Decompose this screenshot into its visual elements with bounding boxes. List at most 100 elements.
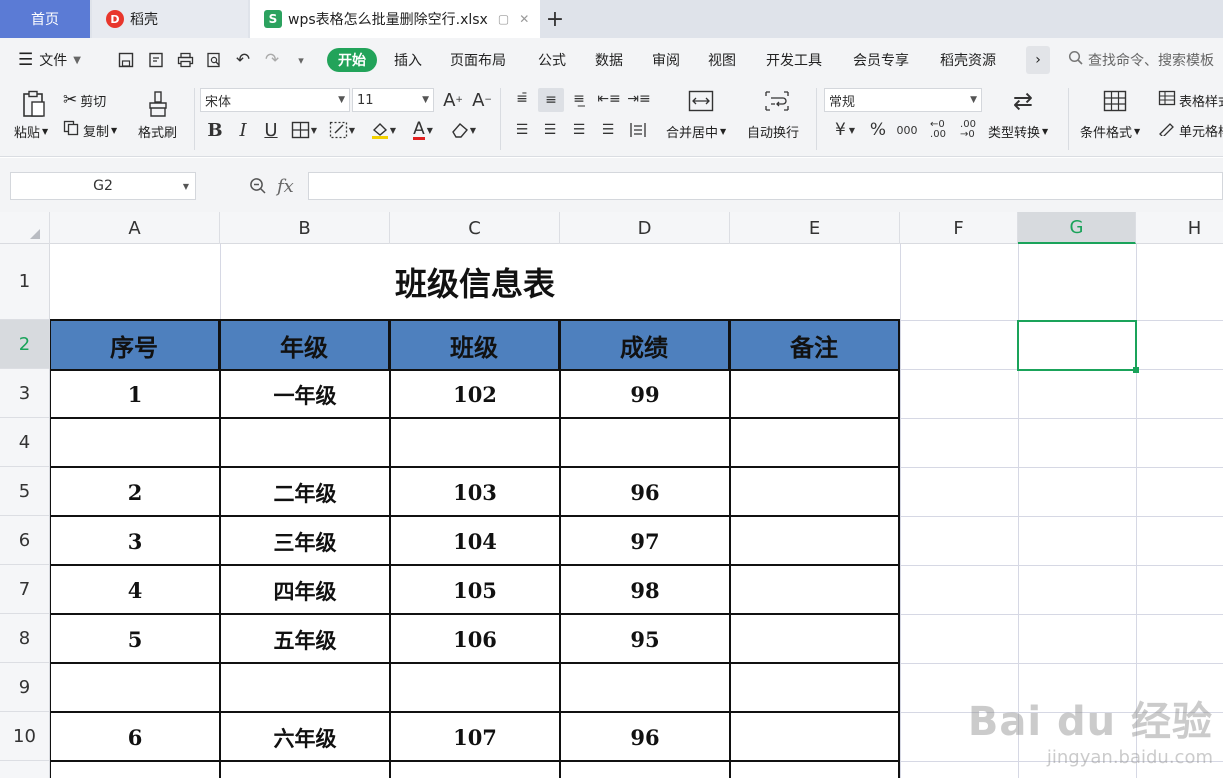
row-header-2[interactable]: 2	[0, 320, 49, 369]
table-cell-no[interactable]: 3	[50, 517, 220, 566]
conditional-format-icon[interactable]	[1100, 88, 1130, 114]
column-header-b[interactable]: B	[220, 212, 390, 244]
menu-scroll-right-icon[interactable]: ›	[1026, 46, 1050, 74]
export-pdf-icon[interactable]	[145, 49, 167, 71]
menu-tab-review[interactable]: 审阅	[652, 48, 680, 72]
formula-input[interactable]	[308, 172, 1223, 200]
distributed-align-icon[interactable]	[626, 118, 650, 142]
copy-button[interactable]: 复制 ▼	[63, 120, 117, 140]
print-preview-icon[interactable]	[203, 49, 225, 71]
increase-font-size-icon[interactable]: A +	[441, 88, 465, 112]
column-header-g[interactable]: G	[1018, 212, 1136, 244]
font-color-icon[interactable]: A ▼	[406, 118, 440, 142]
row-header-9[interactable]: 9	[0, 663, 49, 712]
align-middle-icon[interactable]: ≡	[538, 88, 564, 112]
cell-style-button[interactable]: 单元格样式	[1158, 120, 1223, 140]
row-header-6[interactable]: 6	[0, 516, 49, 565]
menu-tab-insert[interactable]: 插入	[394, 48, 422, 72]
underline-icon[interactable]: U	[260, 118, 282, 142]
table-cell-class[interactable]	[390, 664, 560, 713]
font-size-select[interactable]: 11 ▼	[352, 88, 434, 112]
row-header-10[interactable]: 10	[0, 712, 49, 761]
fill-handle[interactable]	[1133, 367, 1139, 373]
table-cell-remark[interactable]	[730, 566, 900, 615]
table-style-button[interactable]: 表格样式	[1158, 90, 1223, 110]
row-header-3[interactable]: 3	[0, 369, 49, 418]
merge-center-button[interactable]: 合并居中 ▼	[666, 122, 726, 141]
type-convert-button[interactable]: 类型转换 ▼	[988, 122, 1048, 141]
table-cell-score[interactable]: 95	[560, 615, 730, 664]
tab-close-icon[interactable]: ✕	[519, 12, 529, 26]
bold-icon[interactable]: B	[204, 118, 226, 142]
header-cell-class[interactable]: 班级	[390, 320, 560, 370]
menu-tab-view[interactable]: 视图	[708, 48, 736, 72]
align-bottom-icon[interactable]: ≡̲	[567, 88, 591, 110]
insert-function-fx-button[interactable]: fx	[277, 172, 294, 200]
table-cell-class[interactable]	[390, 419, 560, 468]
table-cell-class[interactable]: 103	[390, 468, 560, 517]
table-cell-grade[interactable]: 六年级	[220, 713, 390, 762]
menu-tab-start[interactable]: 开始	[327, 48, 377, 72]
wrap-text-button[interactable]: 自动换行	[747, 122, 799, 141]
table-cell-score[interactable]: 96	[560, 713, 730, 762]
table-cell-class[interactable]: 102	[390, 370, 560, 419]
wrap-text-icon[interactable]	[762, 88, 792, 114]
table-cell-remark[interactable]	[730, 517, 900, 566]
increase-indent-icon[interactable]: ⇥≡	[626, 88, 652, 110]
borders-icon[interactable]: ▼	[288, 118, 320, 142]
file-menu-button[interactable]: ☰ 文件 ▼	[18, 48, 81, 72]
tab-daoke[interactable]: D 稻壳	[92, 0, 248, 38]
format-painter-icon[interactable]	[143, 88, 173, 120]
font-name-select[interactable]: 宋体 ▼	[200, 88, 350, 112]
table-cell-class[interactable]: 105	[390, 566, 560, 615]
table-cell-no[interactable]: 4	[50, 566, 220, 615]
table-cell-score[interactable]: 97	[560, 517, 730, 566]
increase-decimal-icon[interactable]: ←0.00	[924, 118, 952, 142]
align-left-icon[interactable]: ☰	[510, 118, 534, 142]
active-cell-g2[interactable]	[1017, 320, 1137, 371]
table-cell-grade[interactable]: 一年级	[220, 370, 390, 419]
column-header-c[interactable]: C	[390, 212, 560, 244]
column-header-f[interactable]: F	[900, 212, 1018, 244]
decrease-decimal-icon[interactable]: .00 →0	[954, 118, 982, 142]
table-cell-class[interactable]: 107	[390, 713, 560, 762]
row-header-8[interactable]: 8	[0, 614, 49, 663]
menu-tab-data[interactable]: 数据	[595, 48, 623, 72]
header-cell-score[interactable]: 成绩	[560, 320, 730, 370]
clear-format-eraser-icon[interactable]: ▼	[446, 118, 480, 142]
table-cell-score[interactable]: 96	[560, 468, 730, 517]
menu-tab-formulas[interactable]: 公式	[538, 48, 566, 72]
merge-center-icon[interactable]	[686, 88, 716, 114]
zoom-formula-icon[interactable]	[246, 175, 270, 197]
table-cell-grade[interactable]: 四年级	[220, 566, 390, 615]
name-box[interactable]: G2 ▼	[10, 172, 196, 200]
align-top-icon[interactable]: ≡̄	[510, 88, 534, 110]
header-cell-no[interactable]: 序号	[50, 320, 220, 370]
table-cell-no[interactable]	[50, 419, 220, 468]
table-cell-remark[interactable]	[730, 419, 900, 468]
row-header-1[interactable]: 1	[0, 244, 49, 320]
thousands-separator-icon[interactable]: 000	[893, 118, 921, 142]
justify-icon[interactable]: ☰	[596, 118, 620, 142]
table-cell-score[interactable]	[560, 419, 730, 468]
conditional-format-button[interactable]: 条件格式 ▼	[1080, 122, 1140, 141]
table-cell-no[interactable]: 5	[50, 615, 220, 664]
row-header-7[interactable]: 7	[0, 565, 49, 614]
table-cell-score[interactable]: 99	[560, 370, 730, 419]
percent-icon[interactable]: %	[866, 118, 890, 142]
paste-button[interactable]: 粘贴 ▼	[14, 122, 48, 141]
fill-color-icon[interactable]: ▼	[366, 118, 400, 142]
table-cell-score[interactable]: 98	[560, 566, 730, 615]
header-cell-grade[interactable]: 年级	[220, 320, 390, 370]
row-header-4[interactable]: 4	[0, 418, 49, 467]
table-cell-remark[interactable]	[730, 713, 900, 762]
table-cell-class[interactable]: 106	[390, 615, 560, 664]
cell-format-icon[interactable]: ▼	[326, 118, 358, 142]
table-cell-score[interactable]	[560, 664, 730, 713]
table-cell-class[interactable]: 104	[390, 517, 560, 566]
decrease-indent-icon[interactable]: ⇤≡	[596, 88, 622, 110]
select-all-corner[interactable]	[0, 212, 50, 244]
table-cell-grade[interactable]	[220, 419, 390, 468]
command-search-box[interactable]: 查找命令、搜索模板	[1068, 48, 1223, 72]
column-header-h[interactable]: H	[1136, 212, 1223, 244]
